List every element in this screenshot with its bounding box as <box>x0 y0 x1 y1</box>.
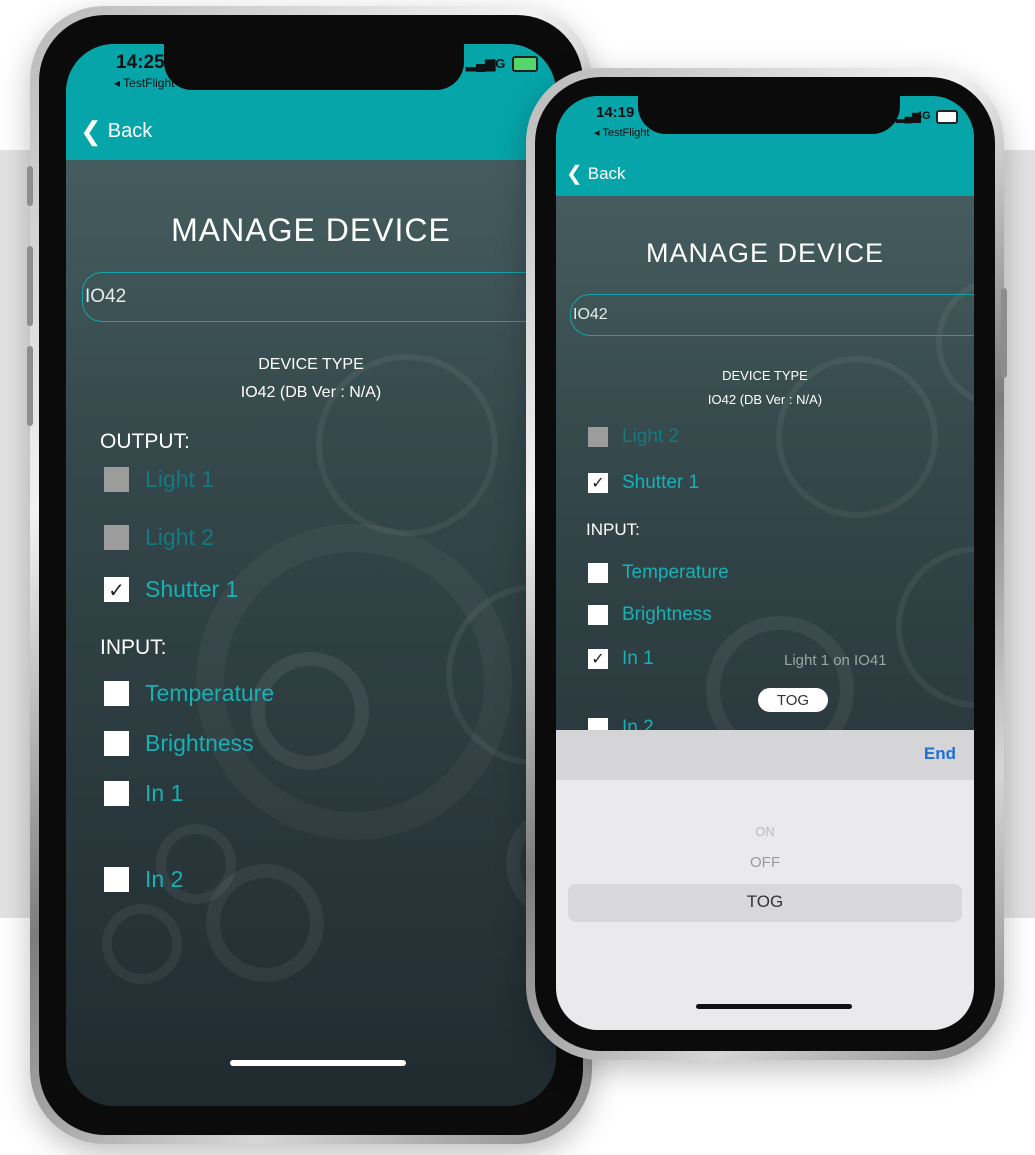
device-name-input[interactable]: IO42 <box>570 294 974 336</box>
home-indicator[interactable] <box>696 1004 852 1009</box>
chevron-left-icon: ❮ <box>566 163 583 185</box>
back-button[interactable]: ❮ Back <box>80 116 152 147</box>
output-row-light-2[interactable]: Light 2 <box>588 426 679 448</box>
light-2-checkbox[interactable] <box>104 525 129 550</box>
device-name-value: IO42 <box>85 286 127 307</box>
in-1-target-label: Light 1 on IO41 <box>784 652 887 669</box>
temperature-label: Temperature <box>622 562 729 583</box>
temperature-checkbox[interactable] <box>588 563 608 583</box>
in-1-checkbox[interactable]: ✓ <box>588 649 608 669</box>
shutter-1-checkbox[interactable]: ✓ <box>588 473 608 493</box>
page-title: MANAGE DEVICE <box>171 212 451 248</box>
back-label: Back <box>587 163 626 183</box>
in-2-label: In 2 <box>145 866 184 892</box>
testflight-back-link[interactable]: ◂ TestFlight <box>114 76 175 90</box>
picker-option-tog[interactable]: TOG <box>556 892 974 912</box>
nav-bar: ❮ Back <box>556 152 974 196</box>
in-2-checkbox[interactable] <box>588 718 608 730</box>
picker-option-on[interactable]: ON <box>556 824 974 839</box>
shutter-1-checkbox[interactable]: ✓ <box>104 577 129 602</box>
brightness-label: Brightness <box>622 604 712 625</box>
light-2-label: Light 2 <box>145 524 215 550</box>
right-screen: 14:19 ◂ TestFlight ▂▄▆ 4G ❮ Back MANAGE … <box>556 96 974 1030</box>
back-label: Back <box>107 120 153 142</box>
action-value: TOG <box>776 691 810 709</box>
left-screen: 14:25 ◂ TestFlight ▂▄▆ 4G ❮ Back MANAGE … <box>66 44 556 1106</box>
device-name-value: IO42 <box>573 306 608 323</box>
network-label: 4G <box>488 56 506 71</box>
temperature-label: Temperature <box>145 680 275 706</box>
checkmark-icon: ✓ <box>591 649 605 668</box>
brightness-checkbox[interactable] <box>588 605 608 625</box>
input-row-temperature[interactable]: Temperature <box>588 562 729 584</box>
action-select[interactable]: TOG <box>758 688 828 712</box>
in-1-checkbox[interactable] <box>104 781 129 806</box>
input-row-brightness[interactable]: Brightness <box>588 604 712 626</box>
action-picker[interactable]: ON OFF TOG <box>556 780 974 1030</box>
in-1-label: In 1 <box>145 780 184 806</box>
checkmark-icon: ✓ <box>591 473 605 492</box>
device-type-value: IO42 (DB Ver : N/A) <box>707 392 823 407</box>
nav-bar: ❮ Back <box>66 104 556 160</box>
light-1-label: Light 1 <box>145 466 215 492</box>
output-row-shutter-1[interactable]: ✓ Shutter 1 <box>588 472 699 494</box>
input-row-in-1[interactable]: In 1 <box>104 780 183 807</box>
input-row-in-1[interactable]: ✓ In 1 <box>588 648 654 670</box>
output-row-light-2[interactable]: Light 2 <box>104 524 214 551</box>
temperature-checkbox[interactable] <box>104 681 129 706</box>
chevron-left-icon: ❮ <box>80 116 102 146</box>
picker-toolbar: End <box>556 730 974 780</box>
end-button[interactable]: End <box>924 744 956 764</box>
page-title: MANAGE DEVICE <box>645 238 885 268</box>
in-1-label: In 1 <box>622 648 654 669</box>
brightness-checkbox[interactable] <box>104 731 129 756</box>
input-heading: INPUT: <box>586 520 640 539</box>
input-row-brightness[interactable]: Brightness <box>104 730 254 757</box>
device-type-label: DEVICE TYPE <box>722 368 808 383</box>
input-row-in-2[interactable]: In 2 <box>588 718 654 730</box>
light-2-label: Light 2 <box>622 426 680 447</box>
light-1-checkbox[interactable] <box>104 467 129 492</box>
input-row-in-2[interactable]: In 2 <box>104 866 183 893</box>
home-indicator[interactable] <box>230 1060 406 1066</box>
testflight-back-link[interactable]: ◂ TestFlight <box>594 126 649 139</box>
back-button[interactable]: ❮ Back <box>566 161 626 186</box>
light-2-checkbox[interactable] <box>588 427 608 447</box>
battery-icon <box>512 56 538 72</box>
checkmark-icon: ✓ <box>108 577 125 602</box>
right-phone: 14:19 ◂ TestFlight ▂▄▆ 4G ❮ Back MANAGE … <box>526 68 1007 1060</box>
input-heading: INPUT: <box>100 636 167 659</box>
in-2-label: In 2 <box>622 718 654 730</box>
volume-up-button <box>27 246 33 326</box>
shutter-1-label: Shutter 1 <box>145 576 239 602</box>
device-name-input[interactable]: IO42 <box>82 272 556 322</box>
device-type-label: DEVICE TYPE <box>258 356 364 373</box>
output-row-shutter-1[interactable]: ✓ Shutter 1 <box>104 576 238 603</box>
volume-down-button <box>27 346 33 426</box>
shutter-1-label: Shutter 1 <box>622 472 700 493</box>
network-label: 4G <box>916 110 931 122</box>
brightness-label: Brightness <box>145 730 254 756</box>
picker-option-off[interactable]: OFF <box>556 854 974 871</box>
input-row-temperature[interactable]: Temperature <box>104 680 274 707</box>
power-button <box>1001 288 1007 378</box>
battery-icon <box>936 110 958 124</box>
status-time: 14:19 <box>596 104 635 121</box>
output-row-light-1[interactable]: Light 1 <box>104 466 214 493</box>
mute-switch <box>27 166 33 206</box>
device-type-value: IO42 (DB Ver : N/A) <box>240 384 382 401</box>
output-heading: OUTPUT: <box>100 430 190 453</box>
status-time: 14:25 <box>116 52 165 73</box>
in-2-checkbox[interactable] <box>104 867 129 892</box>
left-phone: 14:25 ◂ TestFlight ▂▄▆ 4G ❮ Back MANAGE … <box>27 6 592 1144</box>
